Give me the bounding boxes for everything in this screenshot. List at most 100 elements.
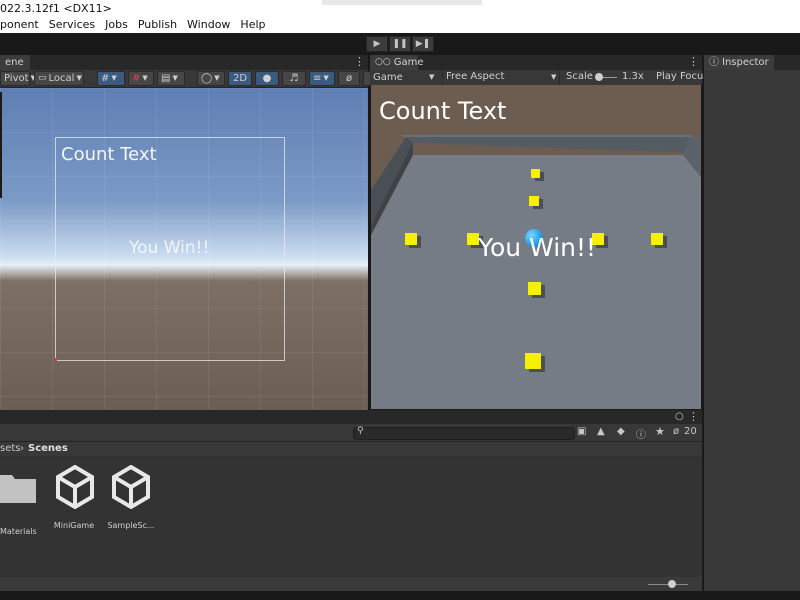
- dropdown-arrow-icon: ▼: [323, 74, 329, 82]
- pickup-cube: [405, 233, 417, 245]
- tab-inspector-label: Inspector: [722, 57, 769, 68]
- visibility-toggle[interactable]: ø: [338, 71, 360, 86]
- scene-gizmo-edge: [0, 92, 2, 198]
- sphere-icon: ◯: [201, 73, 213, 84]
- tab-inspector[interactable]: ⓘ Inspector: [704, 55, 774, 70]
- title-strip: [322, 0, 482, 5]
- folder-icon: [0, 475, 36, 503]
- lighting-toggle[interactable]: ●: [255, 71, 279, 86]
- menu-window[interactable]: Window: [182, 17, 235, 33]
- game-toolbar: Game ▼ Free Aspect ▼ Scale 1.3x Play Foc…: [370, 70, 709, 85]
- scene-tab-bar: ene ⋮: [0, 55, 368, 70]
- breadcrumb-scenes[interactable]: Scenes: [28, 442, 68, 456]
- asset-label: MiniGame: [53, 521, 95, 530]
- scene-more-icon[interactable]: ⋮: [354, 55, 365, 68]
- play-icon: ▶: [373, 39, 381, 49]
- pickup-cube: [531, 169, 540, 178]
- hidden-packages-icon[interactable]: ø: [673, 426, 679, 437]
- speaker-icon: ♬: [289, 73, 299, 84]
- game-viewport[interactable]: Count Text You Win!!: [371, 85, 701, 409]
- dropdown-arrow-icon: ▼: [429, 73, 435, 81]
- dropdown-arrow-icon: ▼: [551, 73, 557, 81]
- pickup-cube: [529, 196, 539, 206]
- unity-scene-icon: [56, 465, 94, 509]
- tab-scene[interactable]: ene: [0, 55, 30, 70]
- label-icon[interactable]: ◆: [617, 426, 625, 437]
- draw-mode-button[interactable]: ◯ ▼: [197, 71, 225, 86]
- aspect-label: Free Aspect: [446, 71, 505, 82]
- main-toolbar: ▶ ❚❚ ▶❚: [0, 33, 800, 55]
- menu-bar: ponent Services Jobs Publish Window Help: [0, 17, 800, 33]
- toggle-2d-button[interactable]: 2D: [228, 71, 252, 86]
- step-icon: ▶❚: [415, 39, 431, 49]
- lightbulb-icon: ●: [262, 73, 272, 84]
- menu-jobs[interactable]: Jobs: [100, 17, 133, 33]
- local-label: Local: [48, 73, 75, 84]
- local-dropdown[interactable]: ▭ Local ▼: [34, 71, 84, 86]
- menu-help[interactable]: Help: [235, 17, 270, 33]
- breadcrumb-separator-icon: ›: [20, 443, 24, 454]
- play-button[interactable]: ▶: [366, 36, 388, 52]
- icon-size-slider-thumb[interactable]: [668, 580, 676, 588]
- game-more-icon[interactable]: ⋮: [688, 55, 699, 68]
- panel-divider: [702, 410, 704, 591]
- grid-icon: #: [101, 73, 110, 84]
- pivot-dropdown[interactable]: Pivot▼: [0, 71, 36, 86]
- pickup-cube: [528, 282, 541, 295]
- project-more-icon[interactable]: ⋮: [688, 410, 699, 423]
- snap-increment-button[interactable]: # ▼: [128, 71, 154, 86]
- hidden-eye-icon: ø: [345, 73, 353, 84]
- pivot-label: Pivot: [4, 73, 29, 84]
- scene-count-text[interactable]: Count Text: [61, 144, 157, 165]
- search-by-type-icon[interactable]: ▣: [577, 426, 586, 437]
- pause-icon: ❚❚: [392, 39, 408, 49]
- pause-button[interactable]: ❚❚: [389, 36, 411, 52]
- play-focus-dropdown[interactable]: Play Focus: [656, 71, 709, 82]
- scene-win-text[interactable]: You Win!!: [129, 238, 209, 258]
- breadcrumb-assets[interactable]: sets: [0, 442, 21, 456]
- project-content: Materials MiniGame SampleSc...: [0, 457, 702, 577]
- window-title: 022.3.12f1 <DX11>: [0, 2, 112, 15]
- asset-samplescene[interactable]: SampleSc...: [106, 465, 156, 530]
- dropdown-arrow-icon: ▼: [214, 74, 220, 82]
- status-bar: [0, 591, 800, 600]
- lock-icon[interactable]: ○: [675, 411, 684, 422]
- asset-materials[interactable]: Materials: [0, 471, 40, 536]
- scene-viewport[interactable]: Count Text You Win!!: [0, 88, 368, 410]
- audio-toggle[interactable]: ♬: [282, 71, 306, 86]
- dropdown-arrow-icon: ▼: [172, 74, 178, 82]
- info-filter-icon[interactable]: ⓘ: [636, 426, 646, 441]
- step-button[interactable]: ▶❚: [412, 36, 434, 52]
- asset-label: Materials: [0, 527, 37, 536]
- game-count-text: Count Text: [379, 97, 507, 125]
- unity-scene-icon: [112, 465, 150, 509]
- scale-value: 1.3x: [622, 71, 644, 82]
- tab-scene-label: ene: [5, 57, 24, 68]
- snap-grid-icon: #: [132, 73, 141, 84]
- aspect-dropdown[interactable]: Free Aspect ▼: [442, 70, 560, 85]
- scale-slider-thumb[interactable]: [595, 73, 603, 81]
- mode-2d-label: 2D: [232, 73, 248, 84]
- inspector-body: [704, 70, 800, 591]
- tab-game-label: Game: [393, 57, 424, 68]
- inspector-tab-bar: ⓘ Inspector: [704, 55, 800, 70]
- menu-component[interactable]: ponent: [0, 17, 44, 33]
- ruler-icon: ▤: [161, 73, 171, 84]
- menu-publish[interactable]: Publish: [133, 17, 182, 33]
- asset-label: SampleSc...: [107, 521, 155, 530]
- dropdown-arrow-icon: ▼: [76, 74, 82, 82]
- asset-minigame[interactable]: MiniGame: [52, 465, 96, 530]
- display-dropdown[interactable]: Game ▼: [373, 71, 439, 84]
- tab-game[interactable]: ○○ Game: [370, 55, 424, 70]
- gamepad-icon: ○○: [375, 57, 391, 67]
- layers-icon: ≡: [313, 73, 322, 84]
- grid-snap-button[interactable]: # ▼: [97, 71, 125, 86]
- filter-icon[interactable]: ▲: [597, 426, 605, 437]
- game-win-text: You Win!!: [478, 233, 597, 262]
- project-search-input[interactable]: ⚲: [353, 426, 575, 440]
- dropdown-arrow-icon: ▼: [111, 74, 117, 82]
- menu-services[interactable]: Services: [44, 17, 100, 33]
- increment-snap-button[interactable]: ▤ ▼: [157, 71, 185, 86]
- effects-dropdown[interactable]: ≡ ▼: [309, 71, 335, 86]
- favorite-star-icon[interactable]: ★: [655, 425, 665, 438]
